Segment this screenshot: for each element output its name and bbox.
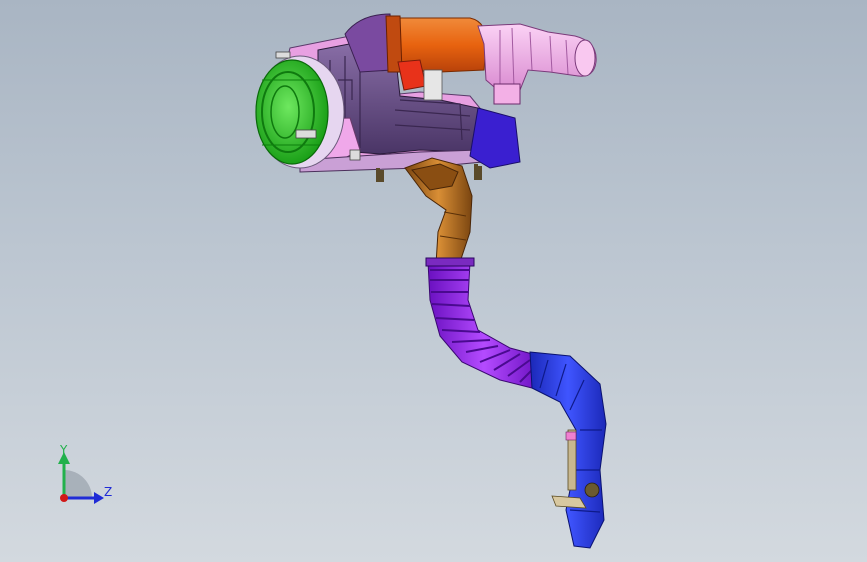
lower-intake-duct[interactable] xyxy=(529,351,607,549)
resonator-connector xyxy=(493,83,521,105)
duct-bracket xyxy=(423,69,443,101)
airbox-assembly[interactable] xyxy=(255,13,597,182)
x-axis-dot xyxy=(60,494,68,502)
z-axis-arrow xyxy=(94,492,104,504)
triad-quadrant xyxy=(64,470,92,498)
outlet-connector[interactable] xyxy=(469,107,521,169)
coordinate-triad: Y Z xyxy=(58,443,112,504)
resonator-inlet xyxy=(574,39,596,77)
elbow-duct[interactable] xyxy=(404,157,473,265)
z-axis-label: Z xyxy=(104,485,112,499)
corrugated-hose[interactable] xyxy=(425,257,541,389)
y-axis-label: Y xyxy=(59,443,68,457)
cad-viewport[interactable]: Y Z xyxy=(0,0,867,562)
air-filter-cover[interactable] xyxy=(255,55,345,169)
hose-clamp xyxy=(425,257,475,267)
